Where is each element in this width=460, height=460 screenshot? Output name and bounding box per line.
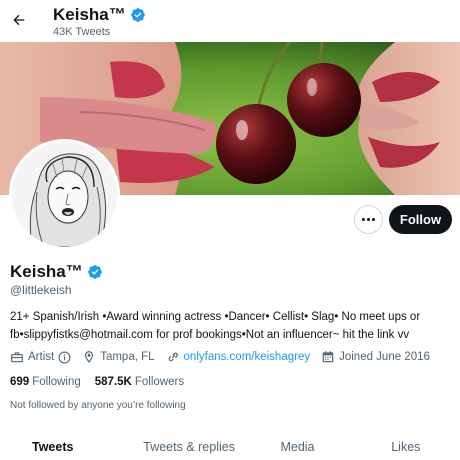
following-count: 699 bbox=[10, 376, 30, 388]
followers-label: Followers bbox=[134, 376, 185, 388]
tab-media[interactable]: Media bbox=[243, 428, 351, 460]
profile-bio: 21+ Spanish/Irish •Award winning actress… bbox=[10, 311, 421, 341]
joined-item: Joined June 2016 bbox=[321, 350, 430, 364]
more-icon bbox=[362, 218, 365, 221]
arrow-left-icon bbox=[13, 14, 25, 26]
location-label: Tampa, FL bbox=[100, 351, 155, 363]
tweet-count: 43K Tweets bbox=[53, 26, 111, 38]
tab-tweets-and-replies[interactable]: Tweets & replies bbox=[135, 428, 243, 460]
category-label: Artist bbox=[28, 351, 55, 363]
mutual-followers-note: Not followed by anyone you’re following bbox=[10, 400, 186, 411]
profile-name-row: Keisha™ bbox=[10, 262, 103, 282]
header-title: Keisha™ bbox=[53, 5, 126, 24]
info-icon[interactable] bbox=[58, 351, 71, 364]
back-button[interactable] bbox=[8, 9, 30, 31]
profile-handle: @littlekeish bbox=[10, 283, 72, 297]
profile-tabs: Tweets Tweets & replies Media Likes bbox=[0, 428, 460, 460]
following-link[interactable]: 699 Following bbox=[10, 376, 81, 388]
website-link[interactable]: onlyfans.com/keishagrey bbox=[184, 351, 311, 363]
avatar[interactable] bbox=[9, 139, 120, 250]
category-item: Artist bbox=[10, 350, 71, 364]
location-item: Tampa, FL bbox=[82, 350, 155, 364]
avatar-sketch-image bbox=[12, 142, 117, 247]
location-pin-icon bbox=[85, 351, 94, 363]
top-bar: Keisha™ 43K Tweets bbox=[0, 0, 460, 42]
calendar-icon bbox=[322, 351, 334, 363]
following-label: Following bbox=[32, 376, 81, 388]
follow-button[interactable]: Follow bbox=[389, 205, 452, 234]
profile-meta: Artist Tampa, FL onlyfans.com/keishagrey… bbox=[10, 350, 441, 364]
tab-likes[interactable]: Likes bbox=[352, 428, 460, 460]
more-icon-dot bbox=[367, 218, 370, 221]
link-icon bbox=[168, 352, 178, 362]
verified-badge-icon bbox=[130, 8, 145, 22]
tab-tweets[interactable]: Tweets bbox=[0, 428, 135, 460]
briefcase-icon bbox=[11, 352, 23, 363]
header-title-row: Keisha™ bbox=[53, 5, 146, 25]
profile-name: Keisha™ bbox=[10, 262, 83, 281]
more-icon-dot bbox=[372, 218, 375, 221]
followers-link[interactable]: 587.5K Followers bbox=[95, 376, 184, 388]
follow-stats: 699 Following 587.5K Followers bbox=[10, 376, 198, 388]
verified-badge-icon bbox=[87, 265, 102, 279]
website-item: onlyfans.com/keishagrey bbox=[166, 350, 311, 364]
joined-label: Joined June 2016 bbox=[339, 351, 430, 363]
followers-count: 587.5K bbox=[94, 376, 132, 388]
more-button[interactable] bbox=[354, 205, 383, 234]
